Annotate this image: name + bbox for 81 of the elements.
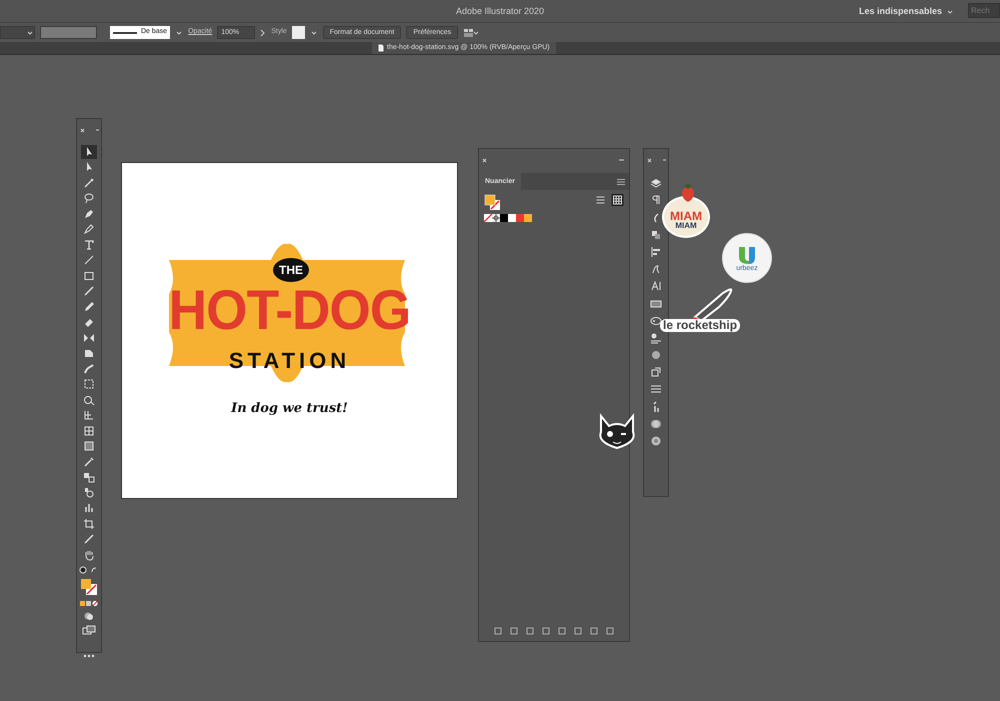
draw-mode-icon[interactable]	[83, 610, 95, 620]
more-icon[interactable]	[82, 652, 96, 658]
color-swatch[interactable]	[508, 214, 516, 222]
menu-icon[interactable]	[617, 178, 625, 184]
swap-colors-icon[interactable]	[79, 566, 99, 574]
appearance-icon[interactable]	[650, 314, 662, 327]
bar-chart-icon[interactable]	[83, 502, 95, 514]
align-icon[interactable]	[650, 246, 662, 258]
brush-icon[interactable]	[83, 285, 95, 297]
magic-wand-icon[interactable]	[83, 176, 95, 188]
stroke-panel-icon[interactable]	[650, 383, 662, 396]
layers-icon[interactable]	[650, 177, 662, 190]
tagline-text: In dog we trust!	[230, 400, 349, 418]
type-tool-icon[interactable]	[83, 238, 95, 250]
pen-icon[interactable]	[83, 208, 95, 220]
paragraph-icon[interactable]	[650, 194, 662, 206]
gradient-panel-icon[interactable]	[650, 298, 662, 310]
swatch-options-icon[interactable]	[542, 627, 550, 635]
chevron-right-icon[interactable]	[260, 28, 266, 36]
folder-icon[interactable]	[574, 627, 582, 635]
eraser-icon[interactable]	[83, 316, 95, 328]
graphic-styles-icon[interactable]	[650, 435, 662, 447]
caret-icon	[26, 28, 34, 36]
perspective-grid-icon[interactable]	[83, 409, 95, 421]
workspace-switcher[interactable]: Les indispensables	[858, 5, 954, 18]
line-tool-icon[interactable]	[83, 254, 95, 266]
rectangle-tool-icon[interactable]	[83, 270, 95, 282]
color-mode-icon[interactable]	[79, 600, 99, 606]
sticker-title: MIAM	[670, 210, 702, 222]
lasso-icon[interactable]	[83, 192, 95, 204]
none-swatch[interactable]	[484, 214, 492, 222]
registration-swatch[interactable]	[492, 214, 500, 222]
text-style-icon[interactable]	[650, 280, 662, 292]
style-swatch[interactable]	[292, 26, 305, 39]
pathfinder-icon[interactable]	[650, 228, 662, 241]
window-title: Adobe Illustrator 2020	[456, 5, 544, 18]
sticker-text: le rocketship	[660, 319, 740, 332]
file-icon	[378, 44, 384, 52]
color-swatch[interactable]	[500, 214, 508, 222]
share-icon[interactable]	[510, 627, 518, 635]
trash-icon[interactable]	[606, 627, 614, 635]
pencil-icon[interactable]	[83, 300, 95, 312]
list-view-icon[interactable]	[594, 194, 607, 206]
artboard-icon[interactable]	[83, 518, 95, 530]
arrange-icon[interactable]	[463, 28, 480, 38]
gradient-icon[interactable]	[83, 440, 95, 452]
library-icon[interactable]	[494, 627, 502, 635]
sticker-subtitle: MIAM	[675, 222, 697, 230]
transform-icon[interactable]	[650, 366, 662, 378]
caret-icon[interactable]	[310, 28, 318, 36]
new-swatch-icon[interactable]	[590, 627, 598, 635]
caret-icon	[946, 8, 954, 16]
dropdown-field[interactable]	[0, 26, 35, 39]
color-guide-icon[interactable]	[650, 349, 662, 362]
grid-view-icon[interactable]	[611, 194, 624, 206]
shape-builder-icon[interactable]	[83, 394, 95, 406]
stroke-color-field[interactable]	[40, 26, 97, 39]
search-field[interactable]: Rech	[968, 3, 1000, 18]
hand-icon[interactable]	[83, 548, 95, 560]
logo-icon	[737, 244, 757, 264]
eyedropper-icon[interactable]	[83, 456, 95, 468]
color-swatch[interactable]	[516, 214, 524, 222]
symbols-icon[interactable]	[650, 332, 662, 344]
caret-icon[interactable]	[175, 28, 184, 36]
symbol-sprayer-icon[interactable]	[83, 486, 95, 498]
transparency-icon[interactable]	[650, 418, 662, 430]
scale-icon[interactable]	[83, 347, 95, 359]
swatch-kind-icon[interactable]	[526, 627, 534, 635]
free-transform-icon[interactable]	[83, 378, 95, 390]
color-swatch[interactable]	[524, 214, 532, 222]
mesh-icon[interactable]	[83, 424, 95, 436]
blend-icon[interactable]	[83, 471, 95, 483]
slice-icon[interactable]	[83, 533, 95, 545]
screen-mode-icon[interactable]	[82, 624, 96, 634]
width-tool-icon[interactable]	[83, 362, 95, 374]
character-style-icon[interactable]	[650, 263, 662, 276]
curvature-pen-icon[interactable]	[83, 223, 95, 235]
stroke-line-icon	[113, 30, 137, 34]
color-group-icon[interactable]	[558, 627, 566, 635]
rotate-icon[interactable]	[83, 332, 95, 344]
fill-stroke-icon[interactable]	[80, 578, 98, 596]
